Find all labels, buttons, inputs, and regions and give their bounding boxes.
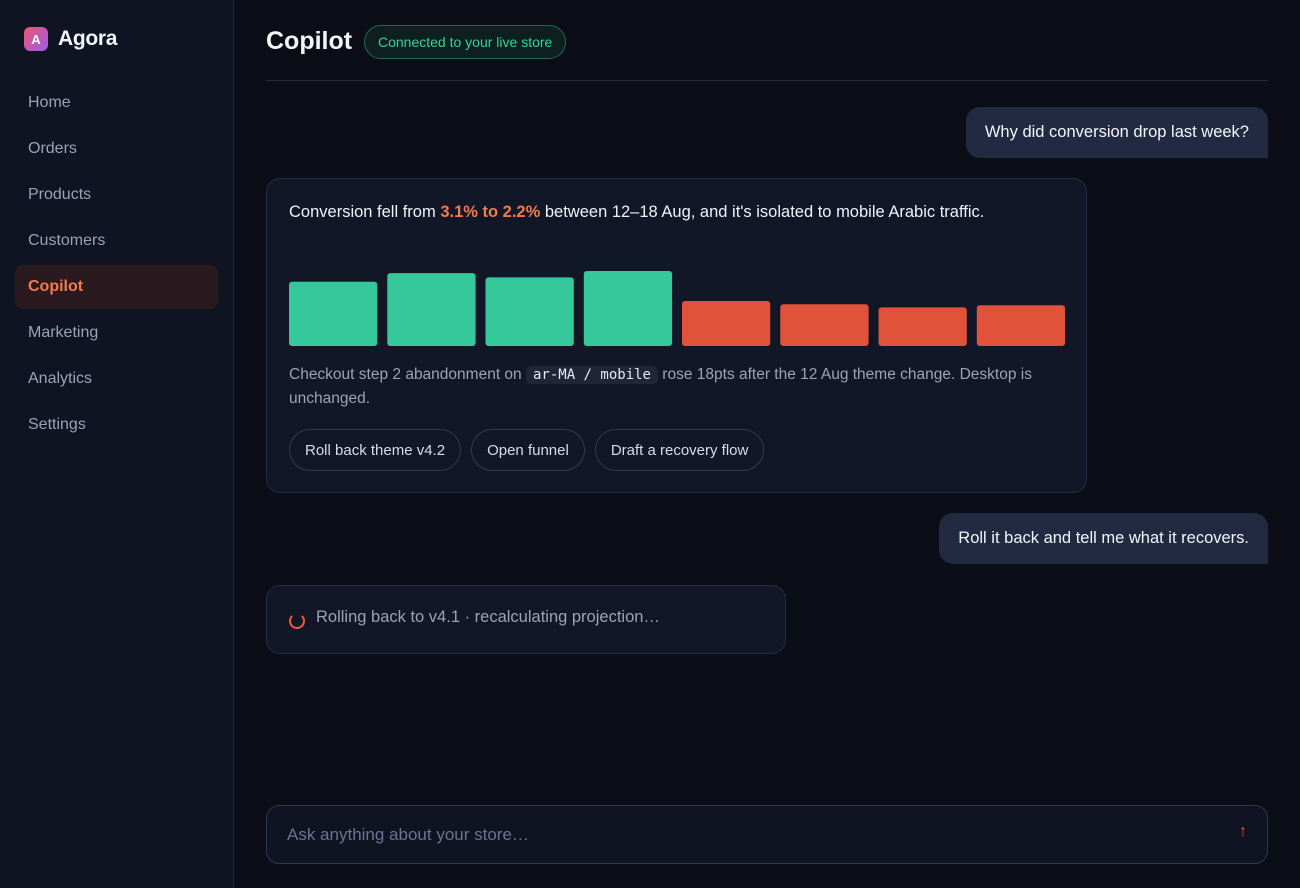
progress-status-text: Rolling back to v4.1 · recalculating pro… [316, 608, 660, 626]
assistant-progress-message: Rolling back to v4.1 · recalculating pro… [266, 585, 786, 654]
suggested-actions: Roll back theme v4.2 Open funnel Draft a… [289, 429, 774, 471]
loading-spinner-icon [289, 613, 305, 629]
agora-logo-icon: A [24, 27, 48, 51]
sidebar-item-copilot[interactable]: Copilot [15, 265, 218, 309]
sidebar-item-settings[interactable]: Settings [15, 403, 218, 447]
segment-code: ar-MA / mobile [525, 366, 658, 384]
brand-name: Agora [58, 27, 118, 50]
page-title: Copilot [266, 27, 353, 55]
message-composer: ↑ [266, 805, 1268, 864]
sidebar-nav: Home Orders Products Customers Copilot M… [15, 81, 218, 449]
summary-text-end: between 12–18 Aug, and it's isolated to … [540, 203, 985, 221]
connection-status-badge: Connected to your live store [364, 25, 567, 59]
page-header: Copilot Connected to your live store [266, 0, 1268, 81]
brand[interactable]: A Agora [24, 27, 117, 51]
sidebar-item-marketing[interactable]: Marketing [15, 311, 218, 355]
chat-input[interactable] [287, 806, 1207, 863]
open-funnel-button[interactable]: Open funnel [471, 429, 585, 471]
sidebar-item-products[interactable]: Products [15, 173, 218, 217]
sidebar-item-analytics[interactable]: Analytics [15, 357, 218, 401]
conversion-change-highlight: 3.1% to 2.2% [440, 203, 541, 221]
chart-bar-8 [976, 305, 1065, 346]
sidebar: A Agora Home Orders Products Customers C… [0, 0, 234, 888]
assistant-message: Conversion fell from 3.1% to 2.2% betwee… [266, 178, 1087, 493]
user-message: Roll it back and tell me what it recover… [939, 513, 1268, 564]
send-arrow-icon[interactable]: ↑ [1239, 823, 1247, 841]
assistant-summary: Conversion fell from 3.1% to 2.2% betwee… [289, 203, 984, 222]
chart-caption: Checkout step 2 abandonment on ar-MA / m… [289, 363, 1049, 411]
user-message: Why did conversion drop last week? [965, 107, 1268, 158]
chart-bar-5 [682, 301, 771, 346]
chart-bar-1 [289, 281, 378, 346]
chart-bar-7 [878, 307, 967, 346]
chart-bar-4 [583, 271, 673, 346]
chart-bar-3 [485, 277, 574, 346]
summary-text-start: Conversion fell from [289, 203, 441, 221]
copilot-main: Copilot Connected to your live store Why… [266, 0, 1268, 888]
draft-recovery-flow-button[interactable]: Draft a recovery flow [594, 429, 765, 471]
chart-bar-2 [387, 273, 476, 346]
sidebar-item-customers[interactable]: Customers [15, 219, 218, 263]
sidebar-item-orders[interactable]: Orders [15, 127, 218, 171]
rollback-theme-button[interactable]: Roll back theme v4.2 [289, 429, 462, 471]
conversion-bar-chart [289, 271, 1065, 346]
caption-text-start: Checkout step 2 abandonment on [289, 366, 526, 383]
sidebar-item-home[interactable]: Home [15, 81, 218, 125]
chart-bar-6 [780, 304, 869, 346]
